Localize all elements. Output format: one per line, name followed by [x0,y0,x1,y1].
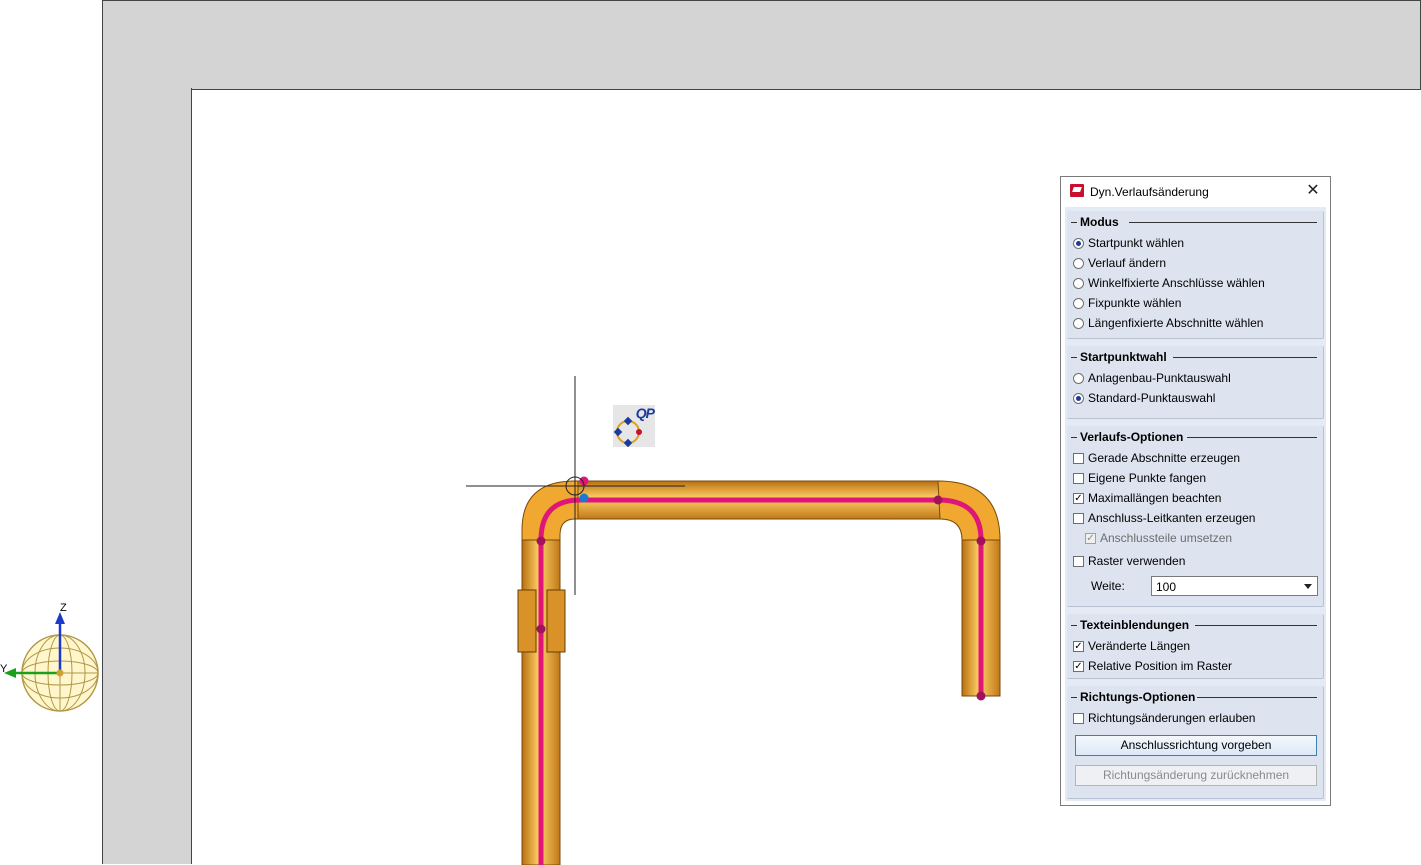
check-veraenderte-laengen[interactable]: Veränderte Längen [1073,637,1190,655]
radio-verlauf-aendern[interactable]: Verlauf ändern [1073,254,1166,272]
checkbox-icon[interactable] [1073,712,1084,724]
group-title: Startpunktwahl [1080,350,1167,364]
radio-startpunkt[interactable]: Startpunkt wählen [1073,234,1184,252]
radio-laengenfixierte[interactable]: Längenfixierte Abschnitte wählen [1073,314,1263,332]
axis-z-label: Z [60,602,67,614]
weite-label: Weite: [1091,579,1125,593]
group-title: Texteinblendungen [1080,618,1190,632]
radio-icon[interactable] [1073,392,1084,404]
check-gerade-abschnitte[interactable]: Gerade Abschnitte erzeugen [1073,449,1240,467]
checkbox-icon [1085,532,1096,544]
group-richtungs-optionen: Richtungs-Optionen Richtungsänderungen e… [1067,686,1324,799]
radio-winkelfixierte[interactable]: Winkelfixierte Anschlüsse wählen [1073,274,1265,292]
pipe-point-start[interactable] [579,493,589,503]
group-title: Richtungs-Optionen [1080,690,1196,704]
app-icon [1070,184,1084,197]
axis-gizmo: Z Y [0,602,99,712]
group-verlaufs-optionen: Verlaufs-Optionen Gerade Abschnitte erze… [1067,426,1324,607]
axis-y-label: Y [0,663,8,675]
check-relative-position[interactable]: Relative Position im Raster [1073,657,1232,675]
richtungsaenderung-zuruecknehmen-button: Richtungsänderung zurücknehmen [1075,765,1317,786]
checkbox-icon[interactable] [1073,555,1084,567]
close-icon[interactable]: ✕ [1302,180,1324,202]
check-anschluss-leitkanten[interactable]: Anschluss-Leitkanten erzeugen [1073,509,1255,527]
radio-icon[interactable] [1073,257,1084,269]
check-richtungsaenderungen[interactable]: Richtungsänderungen erlauben [1073,709,1255,727]
group-title: Modus [1080,215,1119,229]
quickpoint-icon[interactable]: QP [613,405,655,447]
radio-icon[interactable] [1073,297,1084,309]
anschlussrichtung-button[interactable]: Anschlussrichtung vorgeben [1075,735,1317,756]
dyn-verlaufsaenderung-dialog: Dyn.Verlaufsänderung ✕ Modus Startpunkt … [1060,176,1331,806]
radio-icon[interactable] [1073,317,1084,329]
check-anschlussteile-umsetzen: Anschlussteile umsetzen [1085,529,1232,547]
radio-anlagenbau[interactable]: Anlagenbau-Punktauswahl [1073,369,1231,387]
pipe-coupling-left[interactable] [517,589,537,653]
check-eigene-punkte[interactable]: Eigene Punkte fangen [1073,469,1206,487]
chevron-down-icon[interactable] [1304,584,1312,589]
group-texteinblendungen: Texteinblendungen Veränderte Längen Rela… [1067,614,1324,679]
quickpoint-label: QP [635,405,655,421]
pipe-point[interactable] [536,624,546,634]
dialog-body: Modus Startpunkt wählen Verlauf ändern W… [1065,207,1326,801]
group-title: Verlaufs-Optionen [1080,430,1184,444]
checkbox-icon[interactable] [1073,640,1084,652]
checkbox-icon[interactable] [1073,472,1084,484]
check-maximallaengen[interactable]: Maximallängen beachten [1073,489,1221,507]
weite-value: 100 [1156,580,1177,594]
pipe-point[interactable] [933,495,943,505]
checkbox-icon[interactable] [1073,660,1084,672]
pipe-point[interactable] [976,691,986,701]
weite-select[interactable]: 100 [1151,576,1318,596]
dialog-titlebar[interactable]: Dyn.Verlaufsänderung ✕ [1061,177,1330,205]
checkbox-icon[interactable] [1073,492,1084,504]
dialog-title: Dyn.Verlaufsänderung [1090,185,1209,199]
checkbox-icon[interactable] [1073,452,1084,464]
radio-icon[interactable] [1073,277,1084,289]
radio-fixpunkte[interactable]: Fixpunkte wählen [1073,294,1181,312]
group-modus: Modus Startpunkt wählen Verlauf ändern W… [1067,211,1324,339]
check-raster-verwenden[interactable]: Raster verwenden [1073,552,1185,570]
pipe-point[interactable] [976,536,986,546]
checkbox-icon[interactable] [1073,512,1084,524]
radio-icon[interactable] [1073,372,1084,384]
pipe-coupling-right[interactable] [546,589,566,653]
pipe-centerline [538,497,984,865]
radio-icon[interactable] [1073,237,1084,249]
group-startpunktwahl: Startpunktwahl Anlagenbau-Punktauswahl S… [1067,346,1324,419]
radio-standard[interactable]: Standard-Punktauswahl [1073,389,1215,407]
pipe-point[interactable] [536,536,546,546]
